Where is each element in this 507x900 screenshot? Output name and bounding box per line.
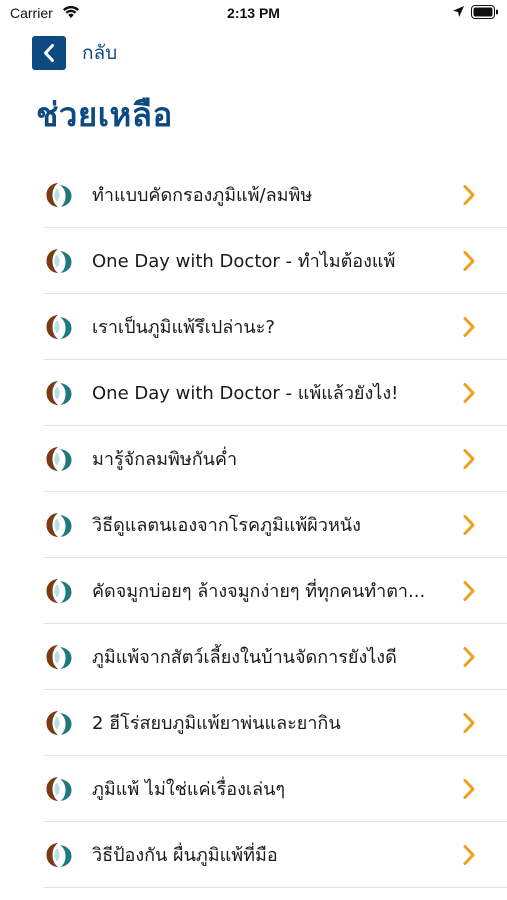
list-item-label: มารู้จักลมพิษกันค่ำ: [92, 449, 238, 470]
list-item[interactable]: คัดจมูกบ่อยๆ ล้างจมูกง่ายๆ ที่ทุกคนทำตา.…: [44, 558, 507, 624]
chevron-right-icon: [463, 383, 475, 403]
list-item[interactable]: ภูมิแพ้จากสัตว์เลี้ยงในบ้านจัดการยังไงดี: [44, 624, 507, 690]
brand-logo-icon: [46, 512, 72, 537]
list-item[interactable]: วิธีป้องกัน ผื่นภูมิแพ้ที่มือ: [44, 822, 507, 888]
list-item[interactable]: เราเป็นภูมิแพ้รึเปล่านะ?: [44, 294, 507, 360]
list-item-label: ภูมิแพ้ ไม่ใช่แค่เรื่องเล่นๆ: [92, 779, 286, 800]
brand-logo-icon: [46, 776, 72, 801]
brand-logo-icon: [46, 446, 72, 471]
chevron-right-icon: [463, 581, 475, 601]
back-label[interactable]: กลับ: [82, 38, 117, 68]
list-item[interactable]: One Day with Doctor - ทำไมต้องแพ้: [44, 228, 507, 294]
clock-label: 2:13 PM: [227, 5, 280, 21]
list-item[interactable]: มารู้จักลมพิษกันค่ำ: [44, 426, 507, 492]
list-item-label: คัดจมูกบ่อยๆ ล้างจมูกง่ายๆ ที่ทุกคนทำตา.…: [92, 581, 426, 602]
list-item[interactable]: One Day with Doctor - แพ้แล้วยังไง!: [44, 360, 507, 426]
chevron-right-icon: [463, 647, 475, 667]
chevron-right-icon: [463, 779, 475, 799]
list-item-label: เราเป็นภูมิแพ้รึเปล่านะ?: [92, 317, 275, 338]
list-item[interactable]: ทำแบบคัดกรองภูมิแพ้/ลมพิษ: [44, 162, 507, 228]
chevron-right-icon: [463, 449, 475, 469]
brand-logo-icon: [46, 842, 72, 867]
chevron-right-icon: [463, 185, 475, 205]
list-item[interactable]: วิธีดูแลตนเองจากโรคภูมิแพ้ผิวหนัง: [44, 492, 507, 558]
back-button[interactable]: กลับ: [32, 35, 117, 70]
list-item-label: วิธีดูแลตนเองจากโรคภูมิแพ้ผิวหนัง: [92, 515, 361, 536]
brand-logo-icon: [46, 182, 72, 207]
list-item[interactable]: ภูมิแพ้ ไม่ใช่แค่เรื่องเล่นๆ: [44, 756, 507, 822]
chevron-left-icon: [44, 43, 54, 62]
list-item-label: ทำแบบคัดกรองภูมิแพ้/ลมพิษ: [92, 185, 313, 206]
back-chevron-box[interactable]: [32, 35, 66, 70]
brand-logo-icon: [46, 710, 72, 735]
status-bar: Carrier 2:13 PM: [0, 0, 507, 28]
list-item-label: 2 ฮีโร่สยบภูมิแพ้ยาพ่นและยากิน: [92, 713, 341, 734]
help-topic-list: ทำแบบคัดกรองภูมิแพ้/ลมพิษ One Day with D…: [44, 162, 507, 888]
battery-icon: [471, 5, 498, 19]
list-item[interactable]: 2 ฮีโร่สยบภูมิแพ้ยาพ่นและยากิน: [44, 690, 507, 756]
list-item-label: One Day with Doctor - แพ้แล้วยังไง!: [92, 383, 399, 404]
brand-logo-icon: [46, 644, 72, 669]
list-item-label: ภูมิแพ้จากสัตว์เลี้ยงในบ้านจัดการยังไงดี: [92, 647, 397, 668]
brand-logo-icon: [46, 380, 72, 405]
chevron-right-icon: [463, 845, 475, 865]
list-item-label: One Day with Doctor - ทำไมต้องแพ้: [92, 251, 396, 272]
chevron-right-icon: [463, 515, 475, 535]
chevron-right-icon: [463, 713, 475, 733]
location-arrow-icon: [453, 6, 464, 17]
chevron-right-icon: [463, 251, 475, 271]
page-title: ช่วยเหลือ: [36, 95, 173, 134]
brand-logo-icon: [46, 248, 72, 273]
brand-logo-icon: [46, 314, 72, 339]
chevron-right-icon: [463, 317, 475, 337]
list-item-label: วิธีป้องกัน ผื่นภูมิแพ้ที่มือ: [92, 845, 278, 866]
brand-logo-icon: [46, 578, 72, 603]
